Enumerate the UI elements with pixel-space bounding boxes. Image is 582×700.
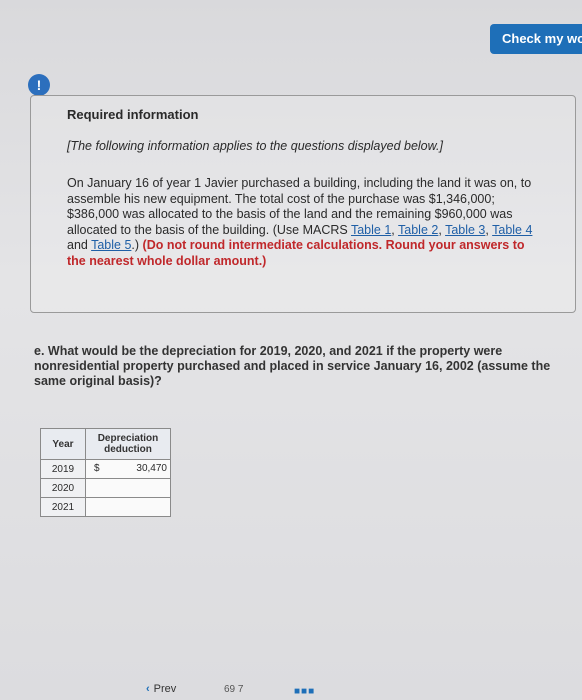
- table-5-link[interactable]: Table 5: [91, 238, 131, 252]
- depreciation-input-2020[interactable]: [85, 478, 171, 498]
- required-info-title: Required information: [67, 107, 199, 122]
- question-e: e. What would be the depreciation for 20…: [34, 344, 551, 388]
- depreciation-input-2019[interactable]: $ 30,470: [85, 459, 171, 479]
- year-cell: 2019: [40, 459, 86, 479]
- year-header: Year: [40, 428, 86, 460]
- info-intro: [The following information applies to th…: [67, 139, 443, 153]
- separator: .): [131, 238, 143, 252]
- use-macrs-prefix: (Use MACRS: [272, 222, 351, 237]
- table-1-link[interactable]: Table 1: [351, 223, 391, 237]
- prev-label: Prev: [153, 683, 177, 695]
- depreciation-input-2021[interactable]: [85, 497, 171, 517]
- depreciation-value: 30,470: [136, 463, 167, 474]
- info-body: On January 16 of year 1 Javier purchased…: [67, 176, 537, 269]
- alert-icon: !: [28, 74, 50, 96]
- prev-button[interactable]: ‹ Prev: [146, 683, 176, 695]
- year-cell: 2021: [40, 497, 86, 517]
- table-row: 2020: [40, 478, 171, 498]
- depreciation-header: Depreciation deduction: [85, 428, 171, 460]
- table-4-link[interactable]: Table 4: [492, 223, 532, 237]
- separator: and: [67, 238, 92, 252]
- year-cell: 2020: [40, 478, 86, 498]
- currency-symbol: $: [94, 463, 100, 474]
- table-row: 2019 $ 30,470: [40, 459, 171, 479]
- check-my-work-button[interactable]: Check my wo: [490, 24, 582, 54]
- page-indicator: 69 7: [224, 684, 244, 695]
- chevron-left-icon: ‹: [146, 683, 150, 695]
- depreciation-table: Year Depreciation deduction 2019 $ 30,47…: [40, 428, 171, 517]
- table-3-link[interactable]: Table 3: [445, 223, 485, 237]
- required-information-box: Required information [The following info…: [30, 95, 576, 313]
- table-row: 2021: [40, 497, 171, 517]
- page-grid-icon[interactable]: ■■■: [294, 686, 315, 697]
- table-2-link[interactable]: Table 2: [398, 223, 438, 237]
